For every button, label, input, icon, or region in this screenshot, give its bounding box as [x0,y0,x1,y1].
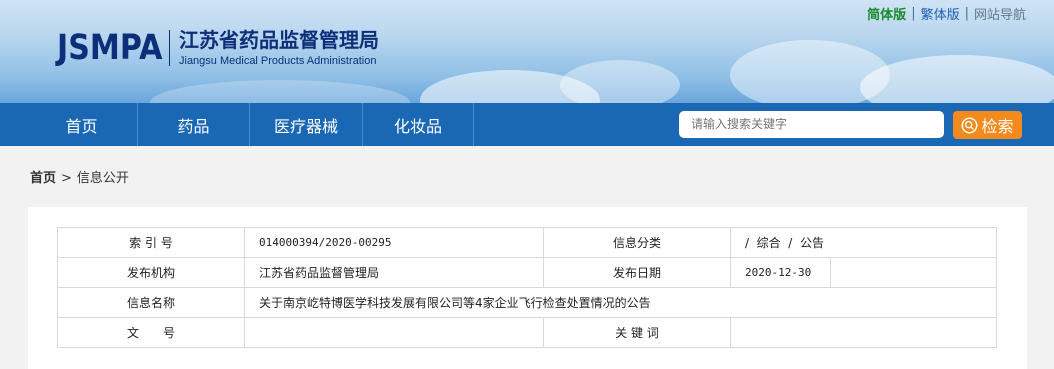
info-title-label: 信息名称 [57,287,245,318]
traditional-version-link[interactable]: 繁体版 [921,4,960,23]
index-number-value: 014000394/2020-00295 [244,227,544,258]
cloud-decoration [560,60,680,103]
category-value: / 综合 / 公告 [730,227,997,258]
publish-date-value: 2020-12-30 [730,257,831,288]
nav-item-medical-devices[interactable]: 医疗器械 [250,103,363,146]
search-input[interactable] [679,111,944,138]
nav-item-home[interactable]: 首页 [26,103,138,146]
header-banner: JSMPA 江苏省药品监督管理局 Jiangsu Medical Product… [0,0,1054,103]
index-number-label: 索 引 号 [57,227,245,258]
publish-date-label: 发布日期 [543,257,731,288]
org-name-en: Jiangsu Medical Products Administration [179,55,377,67]
info-title-value: 关于南京屹特博医学科技发展有限公司等4家企业飞行检查处置情况的公告 [244,287,997,318]
search-icon [961,117,978,133]
table-row: 发布机构 江苏省药品监督管理局 发布日期 2020-12-30 [57,257,997,288]
table-row: 索 引 号 014000394/2020-00295 信息分类 / 综合 / 公… [57,227,997,258]
cloud-decoration [150,80,410,103]
breadcrumb: 首页 > 信息公开 [30,167,129,186]
keywords-label: 关 键 词 [543,317,731,348]
document-number-value [244,317,544,348]
empty-cell [830,257,997,288]
logo-abbreviation: JSMPA [57,28,163,68]
org-name-cn: 江苏省药品监督管理局 [179,28,379,52]
site-map-link[interactable]: 网站导航 [974,4,1026,23]
logo-divider [169,30,170,66]
cloud-decoration [860,55,1054,103]
nav-item-drugs[interactable]: 药品 [138,103,250,146]
search-button[interactable]: 检索 [953,111,1022,139]
link-separator: | [911,6,916,21]
table-row: 文 号 关 键 词 [57,317,997,348]
breadcrumb-home[interactable]: 首页 [30,171,56,186]
publisher-value: 江苏省药品监督管理局 [244,257,544,288]
nav-item-cosmetics[interactable]: 化妆品 [363,103,474,146]
search-button-label: 检索 [981,117,1014,136]
breadcrumb-current[interactable]: 信息公开 [77,171,129,186]
keywords-value [730,317,997,348]
document-number-label: 文 号 [57,317,245,348]
top-links: 简体版 | 繁体版 | 网站导航 [867,4,1026,23]
category-label: 信息分类 [543,227,731,258]
link-separator: | [964,6,969,21]
info-table: 索 引 号 014000394/2020-00295 信息分类 / 综合 / 公… [57,227,997,348]
breadcrumb-arrow: > [61,171,72,186]
publisher-label: 发布机构 [57,257,245,288]
simplified-version-link[interactable]: 简体版 [867,4,906,23]
table-row: 信息名称 关于南京屹特博医学科技发展有限公司等4家企业飞行检查处置情况的公告 [57,287,997,318]
site-logo[interactable]: JSMPA 江苏省药品监督管理局 Jiangsu Medical Product… [57,28,379,68]
